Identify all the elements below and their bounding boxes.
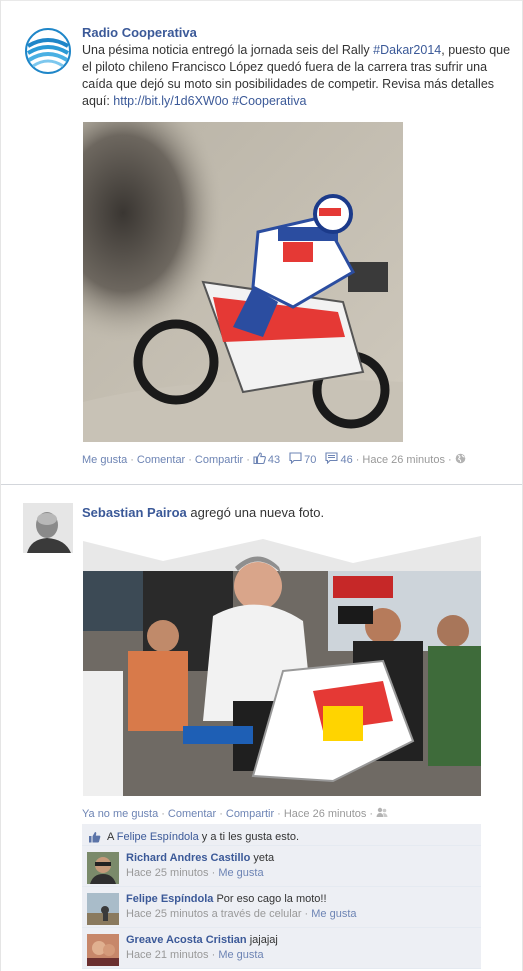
separator: · (246, 453, 250, 466)
comment-body: Greave Acosta Cristian jajajaj Hace 21 m… (126, 933, 475, 963)
separator: · (188, 453, 192, 466)
commenter-avatar[interactable] (87, 893, 119, 925)
comment-item: Felipe Espíndola Por eso cago la moto!! … (82, 887, 481, 928)
comment-time[interactable]: Hace 25 minutos (126, 908, 209, 920)
comment-text: Por eso cago la moto!! (216, 893, 327, 905)
comment-button[interactable]: Comentar (137, 454, 185, 466)
likes-count-link[interactable]: 43 (253, 452, 280, 467)
comment-meta: Hace 25 minutos a través de celular · Me… (126, 908, 357, 920)
separator: · (219, 808, 223, 820)
comment-meta: Hace 21 minutos · Me gusta (126, 949, 264, 961)
comment-time[interactable]: Hace 25 minutos (126, 867, 209, 879)
separator: · (447, 453, 452, 466)
commenter-avatar[interactable] (87, 934, 119, 966)
post-photo-president-on-bike[interactable] (83, 531, 481, 796)
share-icon (325, 452, 340, 467)
comment-body: Richard Andres Castillo yeta Hace 25 min… (126, 851, 475, 881)
comment-button[interactable]: Comentar (168, 808, 216, 820)
url-link[interactable]: http://bit.ly/1d6XW0o (113, 94, 228, 108)
comment-like-button[interactable]: Me gusta (218, 867, 263, 879)
story-actions: Me gusta · Comentar · Compartir · 43 70 (82, 452, 466, 467)
story-sebastian-pairoa: Sebastian Pairoa agregó una nueva foto. (1, 484, 522, 971)
story-header: Sebastian Pairoa agregó una nueva foto. (82, 504, 514, 521)
story-content: Sebastian Pairoa agregó una nueva foto. (82, 504, 514, 521)
commenter-name[interactable]: Felipe Espíndola (126, 893, 213, 905)
share-button[interactable]: Compartir (226, 808, 274, 820)
likes-count: 43 (267, 453, 281, 466)
likes-prefix: A (107, 831, 117, 843)
like-button[interactable]: Me gusta (82, 454, 127, 466)
news-feed: Radio Cooperativa Una pésima noticia ent… (0, 0, 523, 971)
comment-via: a través de celular (208, 908, 302, 920)
comment-time[interactable]: Hace 21 minutos (126, 949, 209, 961)
cooperativa-logo[interactable] (23, 26, 73, 76)
headline-text: agregó una nueva foto. (186, 505, 325, 520)
comment-like-button[interactable]: Me gusta (218, 949, 263, 961)
likes-summary: A Felipe Espíndola y a ti les gusta esto… (82, 824, 481, 846)
friends-icon[interactable] (376, 807, 388, 821)
comment-icon (289, 452, 304, 467)
liker-name-link[interactable]: Felipe Espíndola (117, 831, 199, 843)
story-radio-cooperativa: Radio Cooperativa Una pésima noticia ent… (1, 0, 522, 483)
commenter-name[interactable]: Greave Acosta Cristian (126, 934, 247, 946)
globe-icon[interactable] (455, 453, 466, 467)
hashtag-link[interactable]: #Dakar2014 (373, 43, 441, 57)
story-header: Radio Cooperativa (82, 24, 514, 41)
comment-meta: Hace 25 minutos · Me gusta (126, 867, 264, 879)
commenter-name[interactable]: Richard Andres Castillo (126, 852, 250, 864)
story-content: Radio Cooperativa Una pésima noticia ent… (82, 24, 514, 110)
author-name[interactable]: Sebastian Pairoa (82, 505, 187, 520)
comment-text: yeta (253, 852, 275, 864)
separator: · (161, 808, 165, 820)
comments-section: A Felipe Espíndola y a ti les gusta esto… (82, 824, 481, 969)
hashtag-link[interactable]: #Cooperativa (232, 94, 306, 108)
comment-body: Felipe Espíndola Por eso cago la moto!! … (126, 892, 475, 922)
separator: · (130, 453, 134, 466)
separator: · (277, 808, 281, 820)
author-name[interactable]: Radio Cooperativa (82, 25, 197, 40)
post-photo-dakar-rider[interactable] (83, 122, 403, 442)
comment-like-button[interactable]: Me gusta (311, 908, 356, 920)
unlike-button[interactable]: Ya no me gusta (82, 808, 158, 820)
timestamp[interactable]: Hace 26 minutos (284, 808, 367, 820)
separator: · (355, 453, 360, 466)
comments-count-link[interactable]: 70 (289, 452, 316, 467)
separator (319, 454, 322, 466)
shares-count-link[interactable]: 46 (325, 452, 353, 467)
thumbs-up-icon (88, 831, 101, 843)
story-actions: Ya no me gusta · Comentar · Compartir · … (82, 807, 388, 821)
post-message: Una pésima noticia entregó la jornada se… (82, 42, 514, 110)
thumbs-up-icon (253, 452, 268, 467)
likes-suffix: y a ti les gusta esto. (198, 831, 300, 843)
avatar[interactable] (23, 503, 73, 553)
comment-text: jajajaj (249, 934, 278, 946)
timestamp[interactable]: Hace 26 minutos (362, 454, 445, 466)
share-button[interactable]: Compartir (195, 454, 243, 466)
message-text: Una pésima noticia entregó la jornada se… (82, 43, 374, 57)
comment-item: Greave Acosta Cristian jajajaj Hace 21 m… (82, 928, 481, 969)
separator: · (369, 808, 374, 820)
shares-count: 46 (340, 453, 353, 466)
comment-item: Richard Andres Castillo yeta Hace 25 min… (82, 846, 481, 887)
separator (283, 454, 286, 466)
commenter-avatar[interactable] (87, 852, 119, 884)
comments-count: 70 (304, 453, 317, 466)
